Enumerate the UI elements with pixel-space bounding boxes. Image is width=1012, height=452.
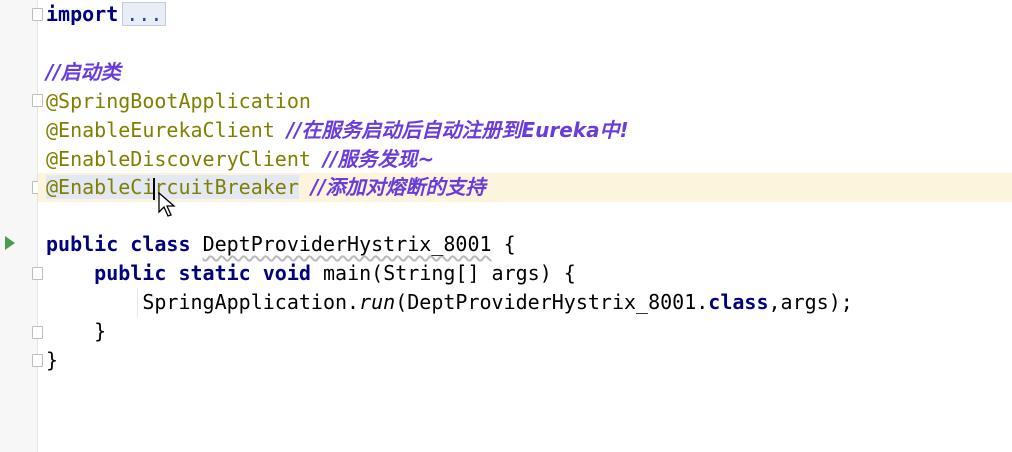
code-line-annotation: @EnableDiscoveryClient //服务发现~ [46,147,435,171]
code-line-run: SpringApplication.run(DeptProviderHystri… [142,290,853,314]
mouse-pointer-icon [158,192,176,217]
code-line-main-decl: public static void main(String[] args) { [94,261,576,285]
code-line-annotation: @SpringBootApplication [46,89,311,113]
code-line-class-decl: public class DeptProviderHystrix_8001 { [46,232,516,256]
run-gutter-icon[interactable] [5,236,15,250]
code-line-comment: //启动类 [46,60,121,84]
folded-imports[interactable]: ... [122,2,167,26]
code-editor[interactable]: import... //启动类 @SpringBootApplication @… [38,0,1012,452]
indent-guide [137,288,138,317]
class-name: DeptProviderHystrix_8001 [202,232,492,256]
editor-gutter [0,0,43,452]
code-line-close-outer: } [46,348,59,372]
code-line-annotation: @EnableEurekaClient //在服务启动后自动注册到Eureka中… [46,118,629,142]
code-line-import: import... [38,0,1012,29]
code-line-current: @EnableCircuitBreaker //添加对熔断的支持 [38,173,1012,202]
code-line-close-inner: } [94,319,107,343]
